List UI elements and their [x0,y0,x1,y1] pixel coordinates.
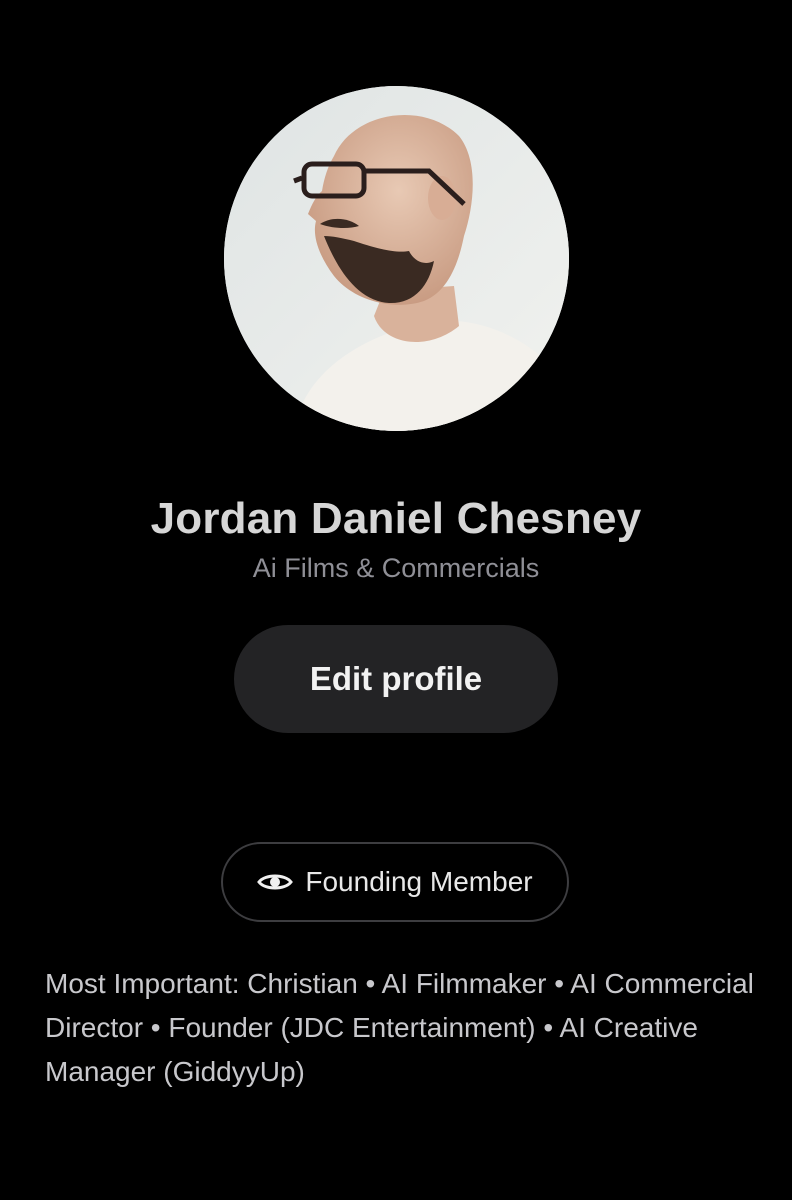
bio-text: Most Important: Christian • AI Filmmaker… [45,968,754,1087]
profile-name: Jordan Daniel Chesney [150,494,642,543]
avatar[interactable] [224,86,569,431]
eye-icon [257,871,294,893]
badge-label: Founding Member [305,866,533,897]
founding-member-badge[interactable]: Founding Member [221,842,569,922]
avatar-photo [224,86,569,431]
edit-profile-button[interactable]: Edit profile [234,625,558,733]
profile-tagline: Ai Films & Commercials [252,553,540,583]
